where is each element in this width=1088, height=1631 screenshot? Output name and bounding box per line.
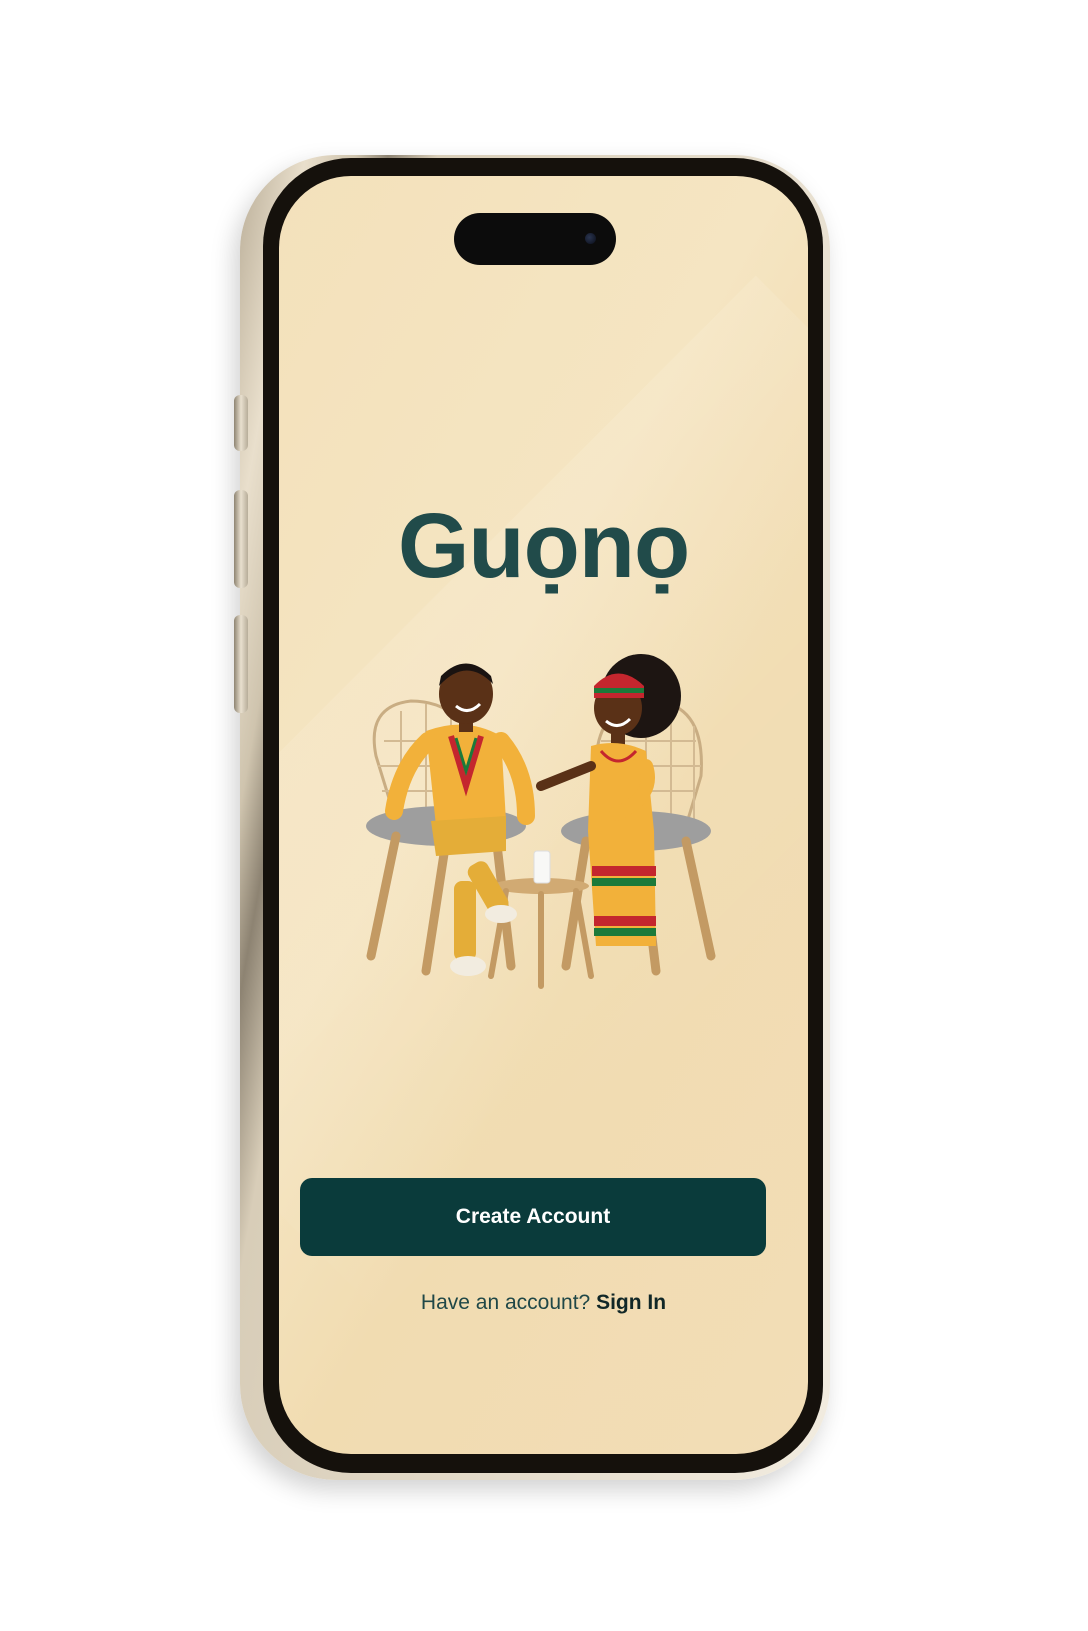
volume-up-button [234, 490, 248, 588]
create-account-button[interactable]: Create Account [300, 1178, 766, 1256]
action-button [234, 395, 248, 451]
signin-link[interactable]: Sign In [596, 1291, 666, 1314]
two-people-chatting-illustration [366, 654, 716, 989]
phone-screen: Guọnọ Create Account Have an account? Si… [279, 176, 808, 1454]
dynamic-island [454, 213, 616, 265]
brand-name: Guọnọ [397, 495, 690, 597]
stage: Guọnọ Create Account Have an account? Si… [0, 0, 1088, 1631]
phone-frame: Guọnọ Create Account Have an account? Si… [234, 155, 830, 1480]
signin-row: Have an account? Sign In [279, 1291, 808, 1315]
brand-logo: Guọnọ [279, 494, 808, 599]
signin-prompt: Have an account? [420, 1291, 591, 1314]
front-camera-icon [585, 233, 596, 244]
phone-bezel: Guọnọ Create Account Have an account? Si… [263, 158, 823, 1473]
volume-down-button [234, 615, 248, 713]
woman-figure [536, 654, 681, 946]
